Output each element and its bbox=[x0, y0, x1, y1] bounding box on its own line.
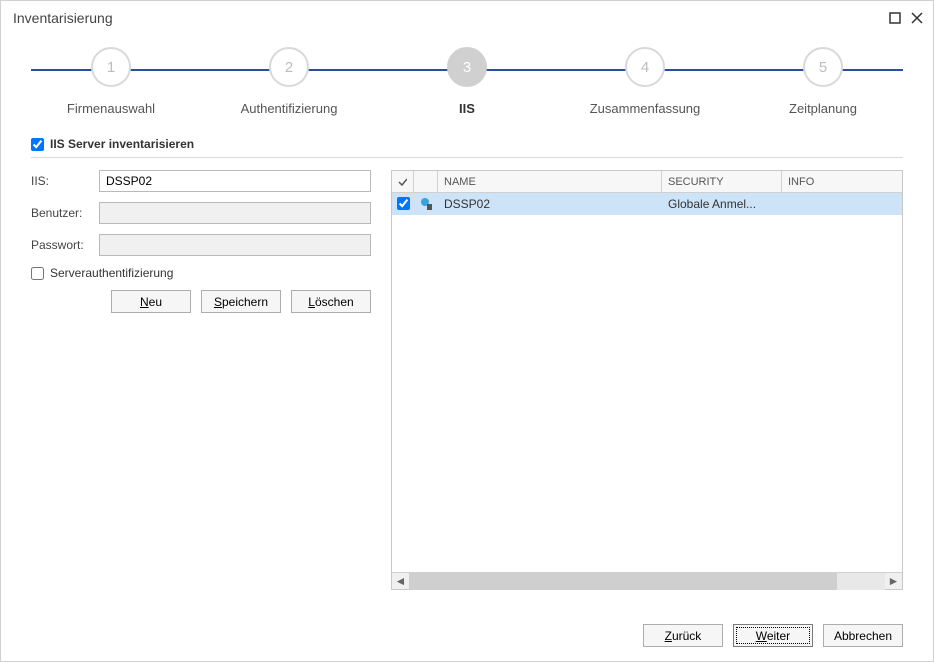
table-body: DSSP02Globale Anmel... bbox=[392, 193, 902, 572]
row-checkbox[interactable] bbox=[392, 193, 414, 215]
inventory-checkbox-row: IIS Server inventarisieren bbox=[31, 137, 903, 151]
maximize-icon[interactable] bbox=[889, 12, 901, 24]
step-1[interactable]: 1 Firmenauswahl bbox=[31, 47, 191, 116]
save-button[interactable]: Speichern bbox=[201, 290, 281, 313]
header-security[interactable]: SECURITY bbox=[662, 171, 782, 192]
step-circle: 3 bbox=[447, 47, 487, 87]
step-circle: 2 bbox=[269, 47, 309, 87]
form-panel: IIS: Benutzer: Passwort: Serverauthentif… bbox=[31, 170, 371, 590]
window-controls bbox=[889, 12, 923, 24]
serverauth-checkbox[interactable] bbox=[31, 267, 44, 280]
step-label: Zusammenfassung bbox=[590, 101, 701, 116]
table-header: NAME SECURITY INFO bbox=[392, 171, 902, 193]
server-icon bbox=[414, 195, 438, 213]
close-icon[interactable] bbox=[911, 12, 923, 24]
scroll-track[interactable] bbox=[409, 573, 885, 590]
inventory-checkbox-label[interactable]: IIS Server inventarisieren bbox=[50, 137, 194, 151]
step-label: IIS bbox=[459, 101, 475, 116]
divider bbox=[31, 157, 903, 158]
step-label: Authentifizierung bbox=[241, 101, 338, 116]
step-4[interactable]: 4 Zusammenfassung bbox=[565, 47, 725, 116]
back-button[interactable]: Zurück bbox=[643, 624, 723, 647]
server-table: NAME SECURITY INFO DSSP02Globale Anmel..… bbox=[391, 170, 903, 590]
header-info[interactable]: INFO bbox=[782, 171, 902, 192]
scroll-thumb[interactable] bbox=[409, 573, 837, 590]
serverauth-label[interactable]: Serverauthentifizierung bbox=[50, 266, 173, 280]
new-button[interactable]: Neu bbox=[111, 290, 191, 313]
user-label: Benutzer: bbox=[31, 206, 99, 220]
horizontal-scrollbar[interactable]: ◄ ► bbox=[392, 572, 902, 589]
step-circle: 5 bbox=[803, 47, 843, 87]
user-input bbox=[99, 202, 371, 224]
password-input bbox=[99, 234, 371, 256]
next-button[interactable]: Weiter bbox=[733, 624, 813, 647]
iis-label: IIS: bbox=[31, 174, 99, 188]
step-label: Firmenauswahl bbox=[67, 101, 155, 116]
dialog-inventarisierung: Inventarisierung 1 Firmenauswahl 2 Authenti… bbox=[0, 0, 934, 662]
row-name: DSSP02 bbox=[438, 195, 662, 213]
cancel-button[interactable]: Abbrechen bbox=[823, 624, 903, 647]
step-circle: 1 bbox=[91, 47, 131, 87]
row-info bbox=[782, 202, 902, 206]
step-3[interactable]: 3 IIS bbox=[387, 47, 547, 116]
table-row[interactable]: DSSP02Globale Anmel... bbox=[392, 193, 902, 215]
iis-input[interactable] bbox=[99, 170, 371, 192]
window-title: Inventarisierung bbox=[13, 10, 113, 26]
password-label: Passwort: bbox=[31, 238, 99, 252]
step-5[interactable]: 5 Zeitplanung bbox=[743, 47, 903, 116]
header-icon-cell bbox=[414, 171, 438, 192]
wizard-footer: Zurück Weiter Abbrechen bbox=[643, 624, 903, 647]
step-2[interactable]: 2 Authentifizierung bbox=[209, 47, 369, 116]
scroll-left-icon[interactable]: ◄ bbox=[392, 573, 409, 590]
scroll-right-icon[interactable]: ► bbox=[885, 573, 902, 590]
inventory-checkbox[interactable] bbox=[31, 138, 44, 151]
header-checkbox-cell[interactable] bbox=[392, 171, 414, 192]
step-label: Zeitplanung bbox=[789, 101, 857, 116]
wizard-stepper: 1 Firmenauswahl 2 Authentifizierung 3 IIS 4 Zus… bbox=[31, 47, 903, 127]
titlebar: Inventarisierung bbox=[1, 1, 933, 29]
table-panel: NAME SECURITY INFO DSSP02Globale Anmel..… bbox=[391, 170, 903, 590]
header-name[interactable]: NAME bbox=[438, 171, 662, 192]
row-security: Globale Anmel... bbox=[662, 195, 782, 213]
delete-button[interactable]: Löschen bbox=[291, 290, 371, 313]
step-circle: 4 bbox=[625, 47, 665, 87]
